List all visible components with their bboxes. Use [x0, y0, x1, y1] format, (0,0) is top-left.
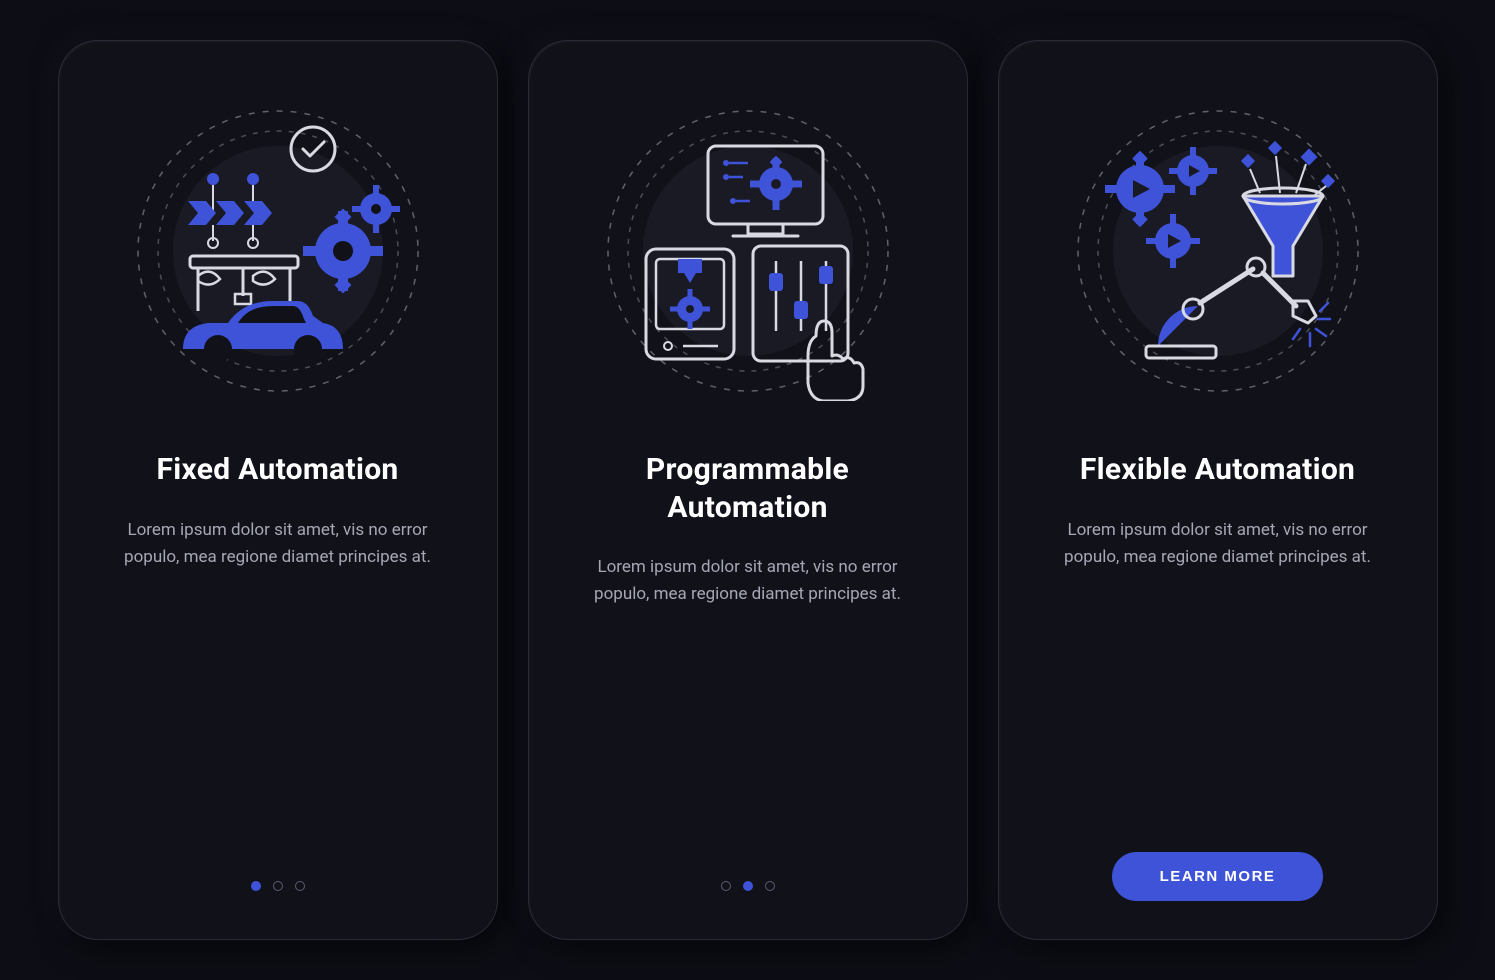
screen-description: Lorem ipsum dolor sit amet, vis no error…	[113, 517, 443, 571]
pagination-dot-1[interactable]	[721, 881, 731, 891]
screen-title: Flexible Automation	[1080, 451, 1355, 489]
flexible-automation-icon	[1058, 91, 1378, 411]
pagination-dot-2[interactable]	[743, 881, 753, 891]
screen-description: Lorem ipsum dolor sit amet, vis no error…	[583, 554, 913, 608]
onboarding-screen-fixed: Fixed Automation Lorem ipsum dolor sit a…	[58, 40, 498, 940]
screen-description: Lorem ipsum dolor sit amet, vis no error…	[1053, 517, 1383, 571]
pagination-dot-3[interactable]	[295, 881, 305, 891]
pagination-dot-1[interactable]	[251, 881, 261, 891]
learn-more-button[interactable]: LEARN MORE	[1112, 852, 1324, 901]
pagination-dots	[721, 881, 775, 891]
pagination-dots	[251, 881, 305, 891]
pagination-dot-2[interactable]	[273, 881, 283, 891]
screen-title: Fixed Automation	[156, 451, 398, 489]
pagination-dot-3[interactable]	[765, 881, 775, 891]
screen-title: Programmable Automation	[569, 451, 927, 526]
programmable-automation-icon	[588, 91, 908, 411]
onboarding-screen-flexible: Flexible Automation Lorem ipsum dolor si…	[998, 40, 1438, 940]
onboarding-screen-programmable: Programmable Automation Lorem ipsum dolo…	[528, 40, 968, 940]
fixed-automation-icon	[118, 91, 438, 411]
